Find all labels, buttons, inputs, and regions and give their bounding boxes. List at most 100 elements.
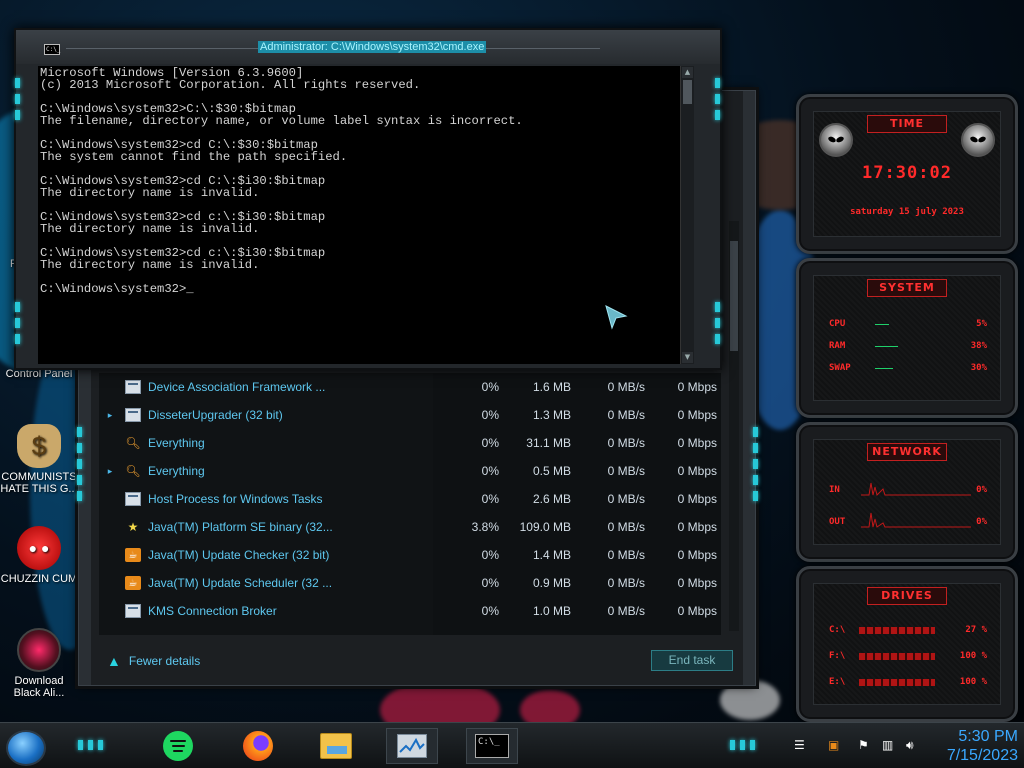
taskbar-task-manager-button[interactable] <box>386 728 438 764</box>
magnifier-icon: 🔍︎ <box>125 436 141 450</box>
process-row[interactable]: ☕︎ Java(TM) Update Scheduler (32 ... 0% 0.9… <box>99 569 721 597</box>
process-network: 0 Mbps <box>677 436 717 450</box>
system-gadget-title: SYSTEM <box>867 279 947 297</box>
time-gadget[interactable]: TIME 17:30:02 saturday 15 july 2023 <box>796 94 1018 254</box>
scroll-down-button[interactable]: ▼ <box>682 352 693 363</box>
desktop-icon-communists[interactable]: $ COMMUNISTS HATE THIS G... <box>0 424 78 495</box>
process-network: 0 Mbps <box>677 380 717 394</box>
process-memory: 0.9 MB <box>532 576 571 590</box>
system-gadget[interactable]: SYSTEM CPU 5% RAM 38% SWAP 30% <box>796 258 1018 418</box>
scrollbar-thumb[interactable] <box>730 241 738 351</box>
cmd-output: Microsoft Windows [Version 6.3.9600] (c) … <box>40 67 523 295</box>
network-gadget[interactable]: NETWORK IN 0% OUT 0% <box>796 422 1018 562</box>
process-cpu: 3.8% <box>471 520 499 534</box>
process-memory: 109.0 MB <box>519 520 571 534</box>
window-icon <box>125 408 141 422</box>
process-name: KMS Connection Broker <box>148 604 277 618</box>
process-disk: 0 MB/s <box>607 492 645 506</box>
drive-usage-row: C:\ 27 % <box>829 625 987 635</box>
process-disk: 0 MB/s <box>607 520 645 534</box>
magnifier-icon: 🔍︎ <box>125 464 141 478</box>
drives-gadget[interactable]: DRIVES C:\ 27 % F:\ 100 % E:\ 100 % <box>796 566 1018 722</box>
process-memory: 2.6 MB <box>532 492 571 506</box>
process-row[interactable]: Device Association Framework ... 0% 1.6 MB… <box>99 373 721 401</box>
scroll-up-button[interactable]: ▲ <box>682 67 693 78</box>
process-name: Everything <box>148 464 205 478</box>
process-network: 0 Mbps <box>677 520 717 534</box>
process-cpu: 0% <box>481 604 499 618</box>
usage-bar <box>875 368 893 369</box>
task-manager-footer: ▲ Fewer details End task <box>99 647 739 675</box>
cmd-window-icon: C:\_ <box>44 44 61 55</box>
command-prompt-window[interactable]: C:\_ Administrator: C:\Windows\system32\… <box>14 28 722 370</box>
process-memory: 0.5 MB <box>532 464 571 478</box>
network-tray-icon[interactable]: ▥ <box>882 738 893 752</box>
process-list: Device Association Framework ... 0% 1.6 MB… <box>99 373 721 635</box>
tray-overflow-icon[interactable]: ☰ <box>794 738 805 752</box>
desktop-icon-chuzzin[interactable]: ● ● CHUZZIN CUM <box>0 526 78 585</box>
end-task-button[interactable]: End task <box>651 650 733 671</box>
process-row[interactable]: Host Process for Windows Tasks 0% 2.6 MB 0 … <box>99 485 721 513</box>
cmd-title-bar[interactable]: C:\_ Administrator: C:\Windows\system32\… <box>16 30 720 64</box>
process-disk: 0 MB/s <box>607 548 645 562</box>
drive-usage-bar <box>859 679 935 686</box>
process-row[interactable]: KMS Connection Broker 0% 1.0 MB 0 MB/s 0 Mbp… <box>99 597 721 625</box>
gadget-clock: 17:30:02 <box>862 163 952 183</box>
process-disk: 0 MB/s <box>607 604 645 618</box>
taskbar-firefox-button[interactable] <box>232 728 284 764</box>
process-row[interactable]: ▸ DisseterUpgrader (32 bit) 0% 1.3 MB 0 MB/s… <box>99 401 721 429</box>
drive-usage-row: F:\ 100 % <box>829 651 987 661</box>
process-row[interactable]: 🔍︎ Everything 0% 31.1 MB 0 MB/s 0 Mbps <box>99 429 721 457</box>
taskbar-spotify-button[interactable] <box>152 728 204 764</box>
system-stat-row: CPU 5% <box>829 319 987 329</box>
fewer-details-link[interactable]: ▲ Fewer details <box>107 653 200 669</box>
process-cpu: 0% <box>481 548 499 562</box>
mouse-cursor-icon <box>605 305 628 330</box>
expand-chevron-icon[interactable]: ▸ <box>103 466 117 477</box>
cmd-scrollbar[interactable]: ▲ ▼ <box>680 66 694 364</box>
desktop-icon-label: Download Black Ali... <box>13 675 65 699</box>
start-button[interactable] <box>6 730 46 766</box>
cmd-line: The directory name is invalid. <box>40 222 260 236</box>
system-stat-row: RAM 38% <box>829 341 987 351</box>
process-disk: 0 MB/s <box>607 380 645 394</box>
java-icon: ☕︎ <box>125 576 141 590</box>
taskbar-clock[interactable]: 5:30 PM 7/15/2023 <box>947 727 1018 765</box>
alien-head-icon <box>961 123 995 157</box>
process-name: Java(TM) Update Scheduler (32 ... <box>148 576 333 590</box>
process-memory: 1.4 MB <box>532 548 571 562</box>
alienware-icon <box>17 628 61 672</box>
process-network: 0 Mbps <box>677 492 717 506</box>
volume-icon[interactable]: 🔊︎ <box>906 738 914 753</box>
clock-time: 5:30 PM <box>958 728 1018 745</box>
scrollbar-thumb[interactable] <box>683 80 692 104</box>
taskbar-command-prompt-button[interactable]: C:\_ <box>466 728 518 764</box>
process-network: 0 Mbps <box>677 464 717 478</box>
window-icon <box>125 604 141 618</box>
process-network: 0 Mbps <box>677 408 717 422</box>
process-row[interactable]: ▸ 🔍︎ Everything 0% 0.5 MB 0 MB/s 0 Mbps <box>99 457 721 485</box>
desktop-icon-download-black-ali[interactable]: Download Black Ali... <box>0 628 78 699</box>
drive-usage-bar <box>859 627 935 634</box>
window-frame-right <box>743 91 755 685</box>
action-center-flag-icon[interactable]: ⚑ <box>858 738 869 752</box>
process-name: Everything <box>148 436 205 450</box>
process-list-scrollbar[interactable] <box>729 221 739 631</box>
process-row[interactable]: ★ Java(TM) Platform SE binary (32... 3.8% 1… <box>99 513 721 541</box>
firefox-icon <box>243 731 273 761</box>
usage-bar <box>875 324 889 325</box>
collapse-arrow-icon: ▲ <box>107 653 121 669</box>
taskbar-file-explorer-button[interactable] <box>310 728 362 764</box>
network-out-graph <box>861 512 971 528</box>
drives-gadget-title: DRIVES <box>867 587 947 605</box>
drive-usage-bar <box>859 653 935 660</box>
cmd-console[interactable]: Microsoft Windows [Version 6.3.9600] (c) … <box>38 66 680 364</box>
java-tray-icon[interactable]: ▣ <box>828 738 839 752</box>
process-name: Device Association Framework ... <box>148 380 326 394</box>
java-icon: ☕︎ <box>125 548 141 562</box>
network-gadget-title: NETWORK <box>867 443 947 461</box>
gadget-date: saturday 15 july 2023 <box>850 207 964 217</box>
expand-chevron-icon[interactable]: ▸ <box>103 410 117 421</box>
network-in-graph <box>861 482 971 496</box>
process-row[interactable]: ☕︎ Java(TM) Update Checker (32 bit) 0% 1.4 … <box>99 541 721 569</box>
